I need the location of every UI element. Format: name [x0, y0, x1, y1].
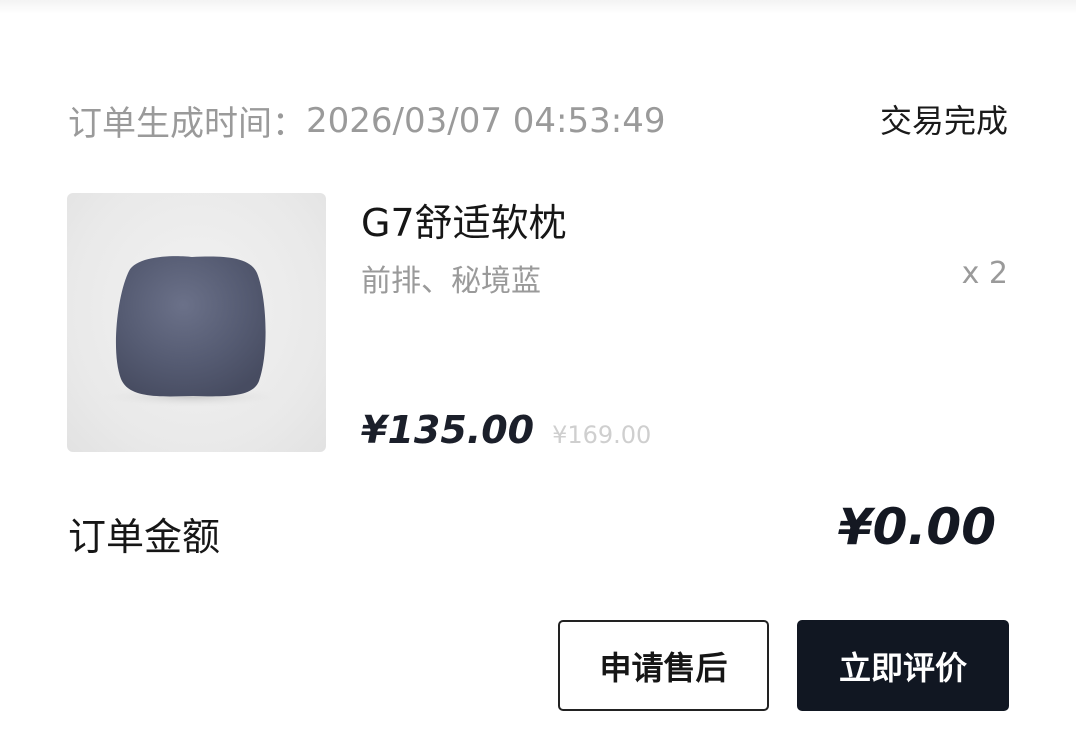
product-price: ¥135.00 — [361, 408, 535, 452]
order-total-amount: ¥0.00 — [837, 498, 996, 556]
order-status: 交易完成 — [879, 102, 1008, 140]
review-button[interactable]: 立即评价 — [797, 620, 1009, 711]
order-time-label: 订单生成时间： — [68, 104, 306, 144]
order-time-value: 2026/03/07 04:53:49 — [306, 100, 666, 141]
order-card: 订单生成时间： 2026/03/07 04:53:49 交易完成 G7舒适软枕 … — [0, 0, 1076, 748]
product-original-price: ¥169.00 — [552, 421, 652, 449]
product-image[interactable] — [67, 193, 326, 452]
price-row: ¥135.00 ¥169.00 — [361, 408, 651, 452]
product-spec: 前排、秘境蓝 — [361, 264, 541, 299]
product-quantity: x 2 — [961, 256, 1008, 291]
order-time: 订单生成时间： 2026/03/07 04:53:49 — [68, 96, 665, 145]
pillow-image-icon — [99, 256, 283, 407]
product-name[interactable]: G7舒适软枕 — [361, 192, 567, 247]
order-total-label: 订单金额 — [68, 515, 221, 559]
after-sale-button[interactable]: 申请售后 — [558, 620, 769, 711]
